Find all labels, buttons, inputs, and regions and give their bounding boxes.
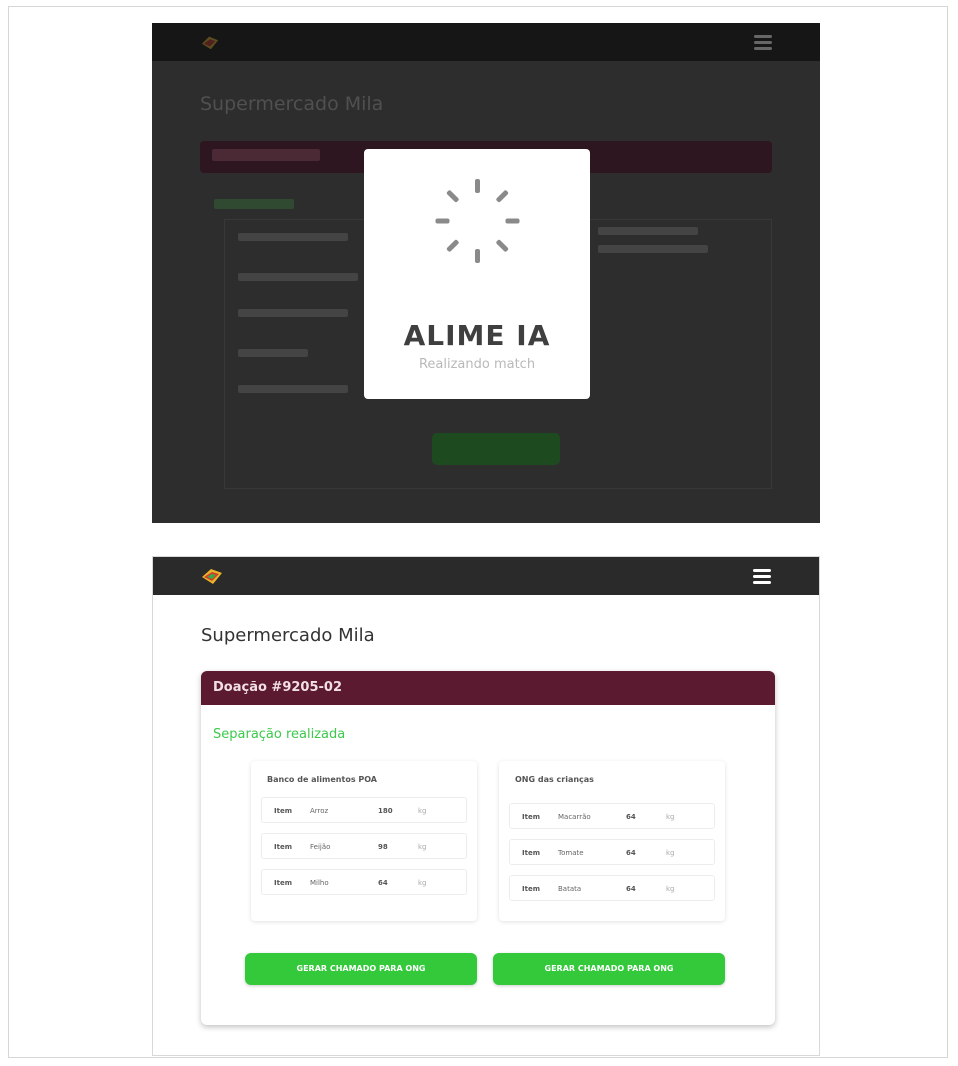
donation-header-text: Doação #9205-02 [213,680,342,695]
navbar [153,557,819,595]
item-qty: 98 [378,843,388,851]
item-row: Item Batata 64 kg [509,875,715,901]
item-name: Batata [558,885,582,893]
item-type: Item [274,807,292,815]
item-row: Item Arroz 180 kg [261,797,467,823]
donation-screen: Supermercado Mila Doação #9205-02 Separa… [152,556,820,1056]
donation-header-text-dimmed [212,149,320,161]
donation-header: Doação #9205-02 [201,671,775,705]
recipient-panel: ONG das crianças Item Macarrão 64 kg Ite… [499,761,725,921]
dimmed-line [238,385,348,393]
logo-icon [201,36,219,50]
item-type: Item [274,879,292,887]
item-unit: kg [418,879,427,887]
create-ticket-button[interactable]: GERAR CHAMADO PARA ONG [245,953,477,985]
hamburger-menu-icon [754,35,772,50]
status-text: Separação realizada [213,727,346,742]
dimmed-line [598,245,708,253]
dimmed-line [238,309,348,317]
item-type: Item [522,885,540,893]
dimmed-line [238,233,348,241]
recipient-panel: Banco de alimentos POA Item Arroz 180 kg… [251,761,477,921]
item-unit: kg [418,843,427,851]
item-name: Milho [310,879,329,887]
item-unit: kg [418,807,427,815]
dimmed-line [238,349,308,357]
store-title-dimmed: Supermercado Mila [200,93,384,115]
item-type: Item [522,849,540,857]
item-unit: kg [666,849,675,857]
donation-card: Doação #9205-02 Separação realizada Banc… [201,671,775,1025]
item-qty: 180 [378,807,393,815]
dimmed-green-button [432,433,560,465]
item-name: Feijão [310,843,331,851]
item-qty: 64 [626,885,636,893]
item-qty: 64 [626,813,636,821]
dimmed-line [238,273,358,281]
item-row: Item Milho 64 kg [261,869,467,895]
loading-screen: Supermercado Mila ALIME IA Realizando ma… [152,23,820,523]
item-type: Item [274,843,292,851]
create-ticket-button[interactable]: GERAR CHAMADO PARA ONG [493,953,725,985]
hamburger-menu-icon[interactable] [753,569,771,584]
loader-modal: ALIME IA Realizando match [364,149,590,399]
loader-brand: ALIME IA [403,319,551,352]
item-name: Arroz [310,807,329,815]
panel-title: Banco de alimentos POA [267,775,377,784]
loading-spinner-icon [435,179,520,263]
logo-icon[interactable] [201,566,223,586]
item-unit: kg [666,813,675,821]
store-title: Supermercado Mila [201,625,375,646]
loader-subtitle: Realizando match [418,357,536,372]
dimmed-line [598,227,698,235]
item-name: Tomate [558,849,584,857]
item-unit: kg [666,885,675,893]
item-name: Macarrão [558,813,591,821]
item-qty: 64 [378,879,388,887]
item-row: Item Feijão 98 kg [261,833,467,859]
item-type: Item [522,813,540,821]
item-qty: 64 [626,849,636,857]
item-row: Item Tomate 64 kg [509,839,715,865]
panel-title: ONG das crianças [515,775,594,784]
navbar-dimmed [152,23,820,61]
item-row: Item Macarrão 64 kg [509,803,715,829]
status-text-dimmed [214,199,294,209]
